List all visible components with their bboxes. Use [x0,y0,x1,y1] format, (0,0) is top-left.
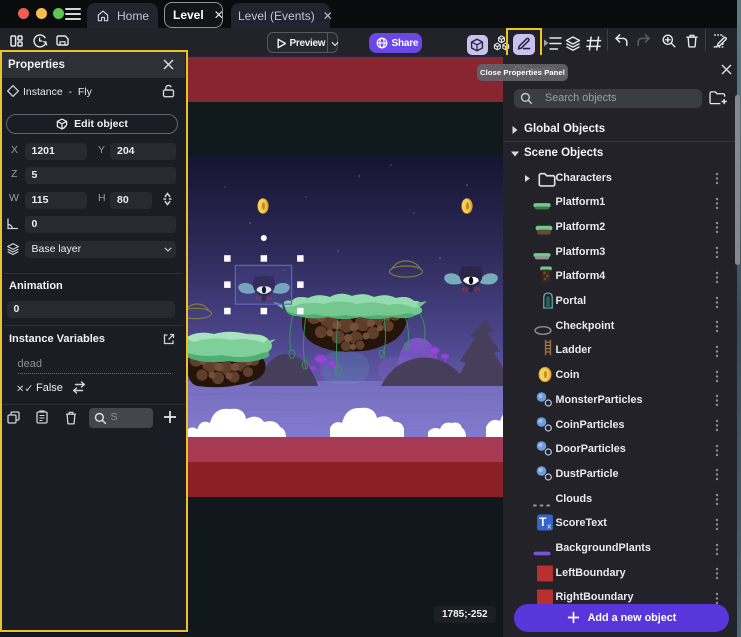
svg-text:T: T [539,517,546,530]
